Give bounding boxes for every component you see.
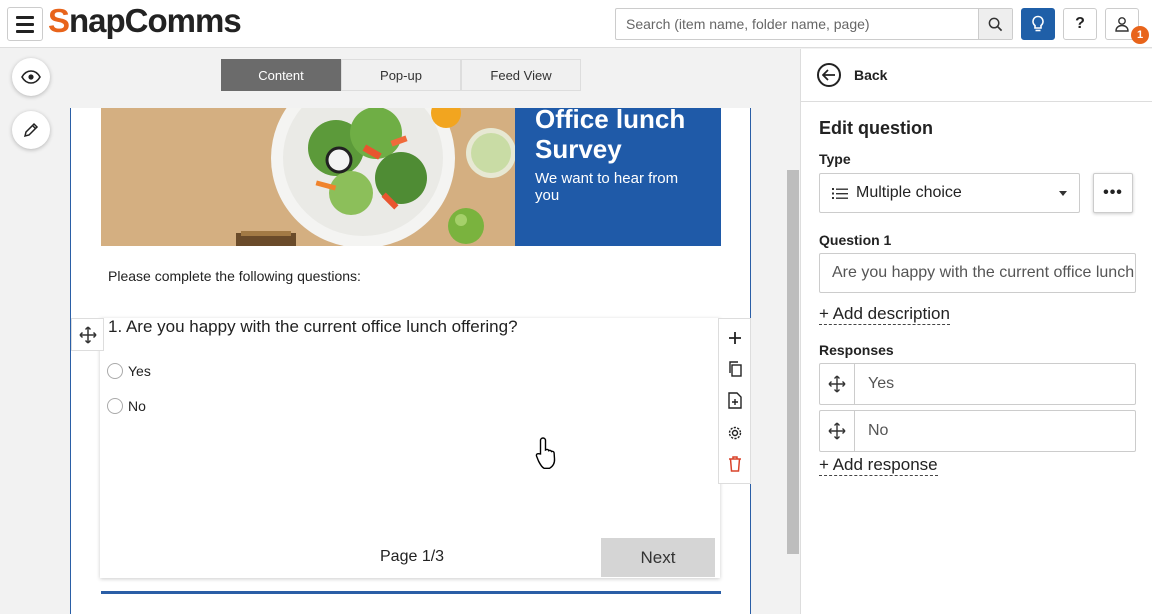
lightbulb-icon — [1032, 15, 1044, 32]
banner-panel: Office lunch Survey We want to hear from… — [515, 108, 721, 246]
preview-button[interactable] — [12, 58, 50, 96]
search-button[interactable] — [978, 9, 1012, 39]
response-text[interactable]: Yes — [868, 375, 894, 393]
type-value: Multiple choice — [856, 184, 962, 201]
search-icon — [988, 17, 1003, 31]
hand-cursor-icon — [535, 436, 561, 475]
eye-icon — [21, 70, 41, 84]
user-icon — [1115, 17, 1129, 32]
back-button[interactable]: Back — [801, 49, 1152, 102]
drag-handle[interactable] — [820, 364, 855, 404]
panel-title: Edit question — [819, 118, 933, 138]
view-tabs: Content Pop-up Feed View — [221, 59, 581, 91]
drag-handle[interactable] — [820, 411, 855, 451]
chevron-down-icon — [1059, 191, 1067, 196]
more-options-button[interactable]: ••• — [1093, 173, 1133, 213]
trash-icon — [728, 456, 741, 472]
type-select[interactable]: Multiple choice — [819, 173, 1080, 213]
search-input[interactable] — [616, 9, 976, 39]
option-yes[interactable]: Yes — [107, 363, 151, 379]
edit-button[interactable] — [12, 111, 50, 149]
move-icon — [828, 422, 846, 440]
tab-content[interactable]: Content — [221, 59, 341, 91]
tab-pop-up[interactable]: Pop-up — [341, 59, 461, 91]
radio-button[interactable] — [107, 398, 123, 414]
survey-banner: Office lunch Survey We want to hear from… — [101, 108, 721, 246]
responses-label: Responses — [819, 342, 894, 358]
menu-button[interactable] — [7, 7, 43, 41]
duplicate-button[interactable] — [723, 357, 747, 381]
question-label: Question 1 — [819, 232, 892, 248]
salad-photo — [101, 108, 515, 246]
copy-icon — [728, 361, 742, 378]
notification-badge: 1 — [1131, 26, 1149, 44]
type-label: Type — [819, 151, 851, 167]
next-button[interactable]: Next — [601, 538, 715, 577]
radio-button[interactable] — [107, 363, 123, 379]
delete-button[interactable] — [723, 452, 747, 476]
plus-icon — [728, 331, 741, 344]
back-arrow-icon — [817, 63, 841, 87]
question-input[interactable] — [820, 254, 1135, 292]
canvas-scrollbar[interactable] — [787, 170, 799, 554]
search-box — [615, 8, 1013, 40]
divider — [101, 591, 721, 594]
top-bar: SnapComms ? 1 — [0, 0, 1152, 48]
add-question-button[interactable] — [723, 326, 747, 350]
option-label: No — [128, 398, 146, 414]
banner-subtitle: We want to hear from you — [535, 170, 679, 204]
tips-button[interactable] — [1021, 8, 1055, 40]
move-icon — [78, 325, 97, 344]
add-page-icon — [727, 392, 742, 410]
survey-intro: Please complete the following questions: — [108, 268, 361, 284]
add-response-link[interactable]: + Add response — [819, 455, 938, 476]
question-toolbar — [718, 318, 751, 484]
hamburger-icon — [16, 15, 34, 19]
back-label: Back — [854, 67, 888, 83]
response-text[interactable]: No — [868, 422, 888, 440]
tab-feed-view[interactable]: Feed View — [461, 59, 581, 91]
move-icon — [828, 375, 846, 393]
question-text: 1. Are you happy with the current office… — [108, 317, 518, 336]
option-no[interactable]: No — [107, 398, 146, 414]
edit-panel: Back Edit question Type Multiple choice … — [800, 49, 1152, 614]
response-row[interactable]: Yes — [819, 363, 1136, 405]
banner-title: Office lunch Survey — [535, 108, 686, 164]
gear-icon — [728, 426, 741, 439]
pencil-icon — [23, 122, 39, 138]
page-indicator: Page 1/3 — [380, 548, 445, 565]
list-icon — [832, 187, 848, 199]
option-label: Yes — [128, 363, 151, 379]
add-page-button[interactable] — [723, 389, 747, 413]
move-question-handle[interactable] — [71, 318, 104, 351]
question-field — [819, 253, 1136, 293]
add-description-link[interactable]: + Add description — [819, 304, 950, 325]
logo[interactable]: SnapComms — [48, 2, 242, 40]
help-button[interactable]: ? — [1063, 8, 1097, 40]
response-row[interactable]: No — [819, 410, 1136, 452]
settings-button[interactable] — [723, 421, 747, 445]
